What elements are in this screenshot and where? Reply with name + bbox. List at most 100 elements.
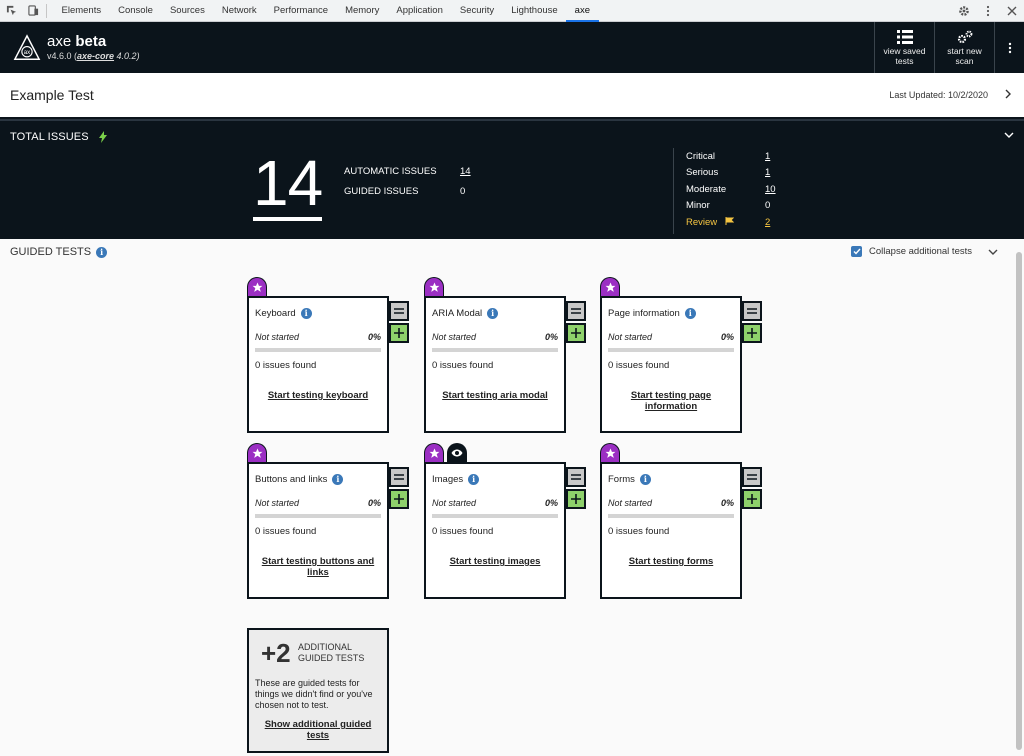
moderate-label: Moderate [686, 184, 765, 195]
info-icon[interactable]: i [685, 308, 696, 319]
brand: axe beta v4.6.0 (axe-core 4.0.2) [47, 33, 140, 62]
serious-label: Serious [686, 167, 765, 178]
tab-sources[interactable]: Sources [161, 0, 213, 22]
card-title: ARIA Modali [432, 308, 498, 319]
tab-memory[interactable]: Memory [337, 0, 388, 22]
info-icon[interactable]: i [487, 308, 498, 319]
guided-test-card-keyboard: Keyboardi Not started 0% 0 issues found … [247, 296, 389, 433]
collapse-card-button[interactable] [566, 301, 586, 321]
info-icon[interactable]: i [96, 247, 107, 258]
tab-axe[interactable]: axe [566, 0, 598, 22]
moderate-link[interactable]: 10 [765, 184, 776, 195]
start-testing-link[interactable]: Start testing images [436, 556, 554, 567]
card-issues-found: 0 issues found [432, 360, 493, 371]
guided-test-card-aria-modal: ARIA Modali Not started 0% 0 issues foun… [424, 296, 566, 433]
collapse-additional-checkbox[interactable]: Collapse additional tests [851, 246, 972, 257]
tab-network[interactable]: Network [213, 0, 265, 22]
collapse-card-button[interactable] [566, 467, 586, 487]
checkbox-checked-icon[interactable] [851, 246, 862, 257]
tab-lighthouse[interactable]: Lighthouse [503, 0, 566, 22]
axe-header: ax axe beta v4.6.0 (axe-core 4.0.2) view… [0, 22, 1024, 73]
view-saved-label: view saved tests [880, 46, 930, 66]
total-issues-heading: TOTAL ISSUES [10, 131, 107, 143]
add-issue-button[interactable] [566, 323, 586, 343]
guided-issues-value: 0 [460, 186, 465, 197]
card-body: Page informationi Not started 0% 0 issue… [600, 296, 742, 433]
tab-performance[interactable]: Performance [265, 0, 336, 22]
show-additional-tests-link[interactable]: Show additional guided tests [263, 719, 373, 741]
collapse-card-button[interactable] [389, 467, 409, 487]
header-more-icon[interactable] [994, 22, 1024, 73]
card-status: Not started [608, 332, 652, 342]
additional-label: ADDITIONAL GUIDED TESTS [298, 642, 378, 664]
view-saved-tests-button[interactable]: view saved tests [874, 22, 934, 73]
close-devtools-icon[interactable] [1000, 0, 1024, 22]
settings-gear-icon[interactable] [952, 0, 976, 22]
card-body: Buttons and linksi Not started 0% 0 issu… [247, 462, 389, 599]
start-testing-link[interactable]: Start testing aria modal [436, 390, 554, 401]
guided-issues-row: GUIDED ISSUES 0 [344, 181, 471, 201]
gears-icon [956, 30, 974, 44]
tab-security[interactable]: Security [451, 0, 502, 22]
chevron-down-icon[interactable] [988, 248, 998, 256]
card-status: Not started [432, 498, 476, 508]
review-link[interactable]: 2 [765, 217, 770, 228]
info-icon[interactable]: i [468, 474, 479, 485]
add-issue-button[interactable] [566, 489, 586, 509]
guided-tests-heading: GUIDED TESTS i [10, 246, 107, 258]
automatic-issues-link[interactable]: 14 [460, 166, 471, 177]
start-testing-link[interactable]: Start testing forms [612, 556, 730, 567]
toolbar-divider [46, 4, 47, 18]
collapse-card-button[interactable] [389, 301, 409, 321]
plus-icon [571, 328, 581, 338]
start-testing-link[interactable]: Start testing buttons and links [261, 556, 375, 578]
collapse-card-button[interactable] [742, 467, 762, 487]
start-new-label: start new scan [943, 46, 987, 66]
device-toolbar-icon[interactable] [22, 0, 44, 22]
start-testing-link[interactable]: Start testing page information [626, 390, 716, 412]
more-options-icon[interactable] [976, 0, 1000, 22]
start-testing-link[interactable]: Start testing keyboard [259, 390, 377, 401]
add-issue-button[interactable] [742, 489, 762, 509]
collapse-label: Collapse additional tests [869, 246, 972, 257]
critical-link[interactable]: 1 [765, 151, 770, 162]
chevron-right-icon[interactable] [1004, 89, 1012, 99]
star-icon [424, 443, 444, 462]
plus-icon [394, 328, 404, 338]
minus-icon [747, 474, 757, 480]
guided-test-card-page-information: Page informationi Not started 0% 0 issue… [600, 296, 742, 433]
devtools-tab-bar: Elements Console Sources Network Perform… [0, 0, 1024, 22]
scrollbar[interactable] [1015, 246, 1024, 756]
tab-application[interactable]: Application [388, 0, 451, 22]
automatic-issues-label: AUTOMATIC ISSUES [344, 166, 460, 177]
guided-test-card-forms: Formsi Not started 0% 0 issues found Sta… [600, 462, 742, 599]
add-issue-button[interactable] [742, 323, 762, 343]
card-progress-value: 0% [368, 332, 381, 342]
info-icon[interactable]: i [640, 474, 651, 485]
add-issue-button[interactable] [389, 489, 409, 509]
serious-link[interactable]: 1 [765, 167, 770, 178]
axe-logo-icon: ax [13, 34, 41, 62]
card-status: Not started [432, 332, 476, 342]
page-title-row: Example Test Last Updated: 10/2/2020 [0, 73, 1024, 119]
card-progress-bar [608, 348, 734, 352]
card-progress-value: 0% [721, 498, 734, 508]
card-progress-value: 0% [545, 332, 558, 342]
info-icon[interactable]: i [301, 308, 312, 319]
tab-elements[interactable]: Elements [53, 0, 110, 22]
axe-core-link[interactable]: axe-core [77, 51, 114, 61]
chevron-down-icon[interactable] [1004, 131, 1014, 139]
collapse-card-button[interactable] [742, 301, 762, 321]
tab-console[interactable]: Console [110, 0, 162, 22]
inspect-element-icon[interactable] [0, 0, 22, 22]
minus-icon [394, 308, 404, 314]
card-issues-found: 0 issues found [255, 360, 316, 371]
info-icon[interactable]: i [332, 474, 343, 485]
scrollbar-thumb[interactable] [1016, 252, 1022, 750]
card-body: Imagesi Not started 0% 0 issues found St… [424, 462, 566, 599]
star-icon [247, 277, 267, 296]
brand-beta: beta [75, 33, 106, 50]
add-issue-button[interactable] [389, 323, 409, 343]
start-new-scan-button[interactable]: start new scan [934, 22, 994, 73]
minus-icon [747, 308, 757, 314]
